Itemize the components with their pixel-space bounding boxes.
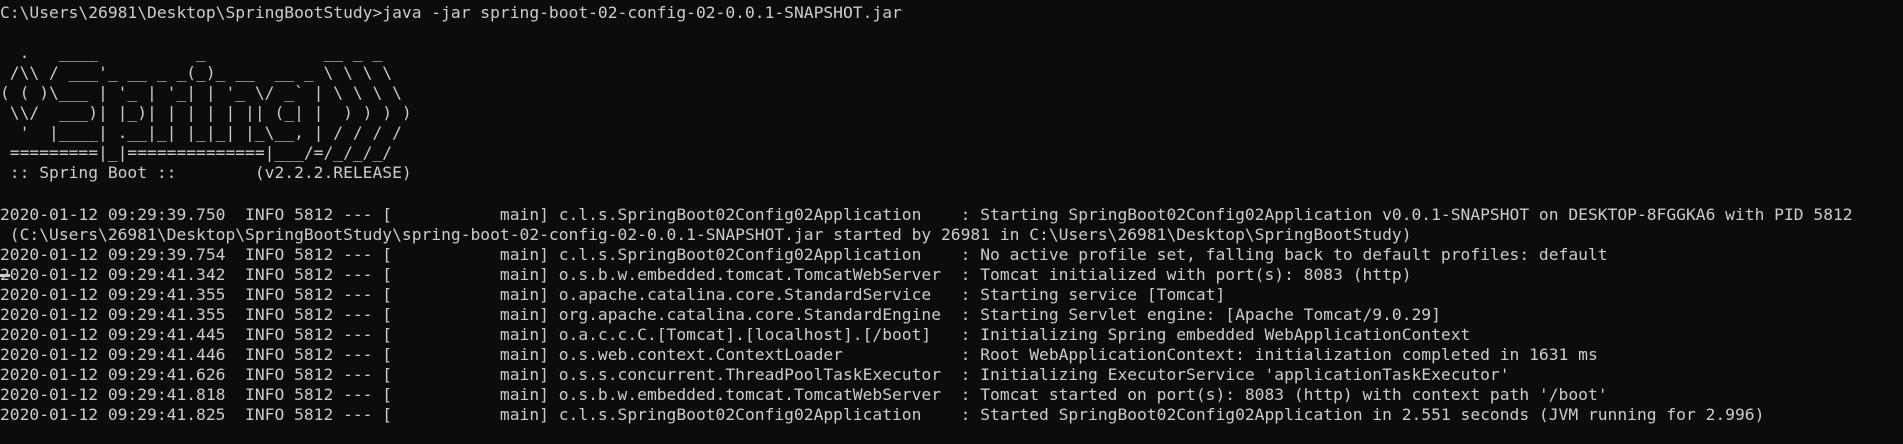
command-prompt-line: C:\Users\26981\Desktop\SpringBootStudy>j… [0, 3, 902, 22]
text-cursor [0, 274, 10, 277]
banner-line: \\/ ___)| |_)| | | | | || (_| | ) ) ) ) [0, 103, 412, 122]
log-line-continuation: (C:\Users\26981\Desktop\SpringBootStudy\… [0, 225, 1412, 244]
log-line: 2020-01-12 09:29:41.446 INFO 5812 --- [ … [0, 345, 1598, 364]
log-line: 2020-01-12 09:29:41.818 INFO 5812 --- [ … [0, 385, 1608, 404]
log-line: 2020-01-12 09:29:41.355 INFO 5812 --- [ … [0, 285, 1226, 304]
terminal-window[interactable]: C:\Users\26981\Desktop\SpringBootStudy>j… [0, 0, 1903, 444]
log-line: 2020-01-12 09:29:41.445 INFO 5812 --- [ … [0, 325, 1471, 344]
log-line: 2020-01-12 09:29:41.342 INFO 5812 --- [ … [0, 265, 1412, 284]
log-line: 2020-01-12 09:29:39.750 INFO 5812 --- [ … [0, 205, 1853, 224]
spring-boot-version-line: :: Spring Boot :: (v2.2.2.RELEASE) [0, 163, 412, 182]
banner-line: . ____ _ __ _ _ [0, 43, 383, 62]
banner-line: ( ( )\___ | '_ | '_| | '_ \/ _` | \ \ \ … [0, 83, 402, 102]
banner-line: =========|_|==============|___/=/_/_/_/ [0, 143, 393, 162]
banner-line: /\\ / ___'_ __ _ _(_)_ __ __ _ \ \ \ \ [0, 63, 393, 82]
log-line: 2020-01-12 09:29:39.754 INFO 5812 --- [ … [0, 245, 1608, 264]
log-line: 2020-01-12 09:29:41.825 INFO 5812 --- [ … [0, 405, 1765, 424]
log-line: 2020-01-12 09:29:41.626 INFO 5812 --- [ … [0, 365, 1510, 384]
banner-line: ' |____| .__|_| |_|_| |_\__, | / / / / [0, 123, 402, 142]
log-line: 2020-01-12 09:29:41.355 INFO 5812 --- [ … [0, 305, 1441, 324]
